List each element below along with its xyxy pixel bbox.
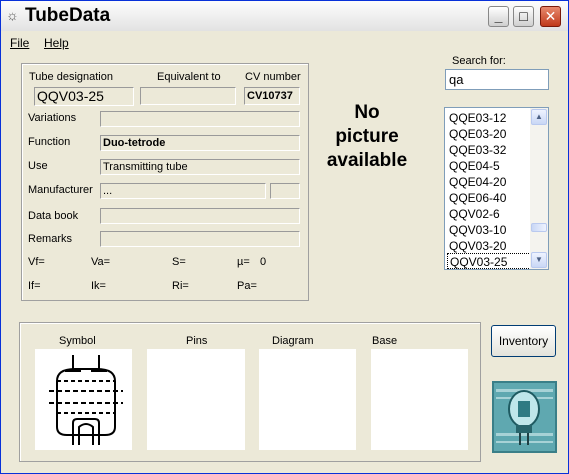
use-label: Use (28, 160, 48, 172)
variations-label: Variations (28, 112, 77, 124)
app-window: ☼ TubeData _ □ ✕ File Help Tube designat… (0, 0, 569, 474)
diagram-label: Diagram (272, 335, 314, 347)
inventory-button[interactable]: Inventory (491, 325, 556, 357)
remarks-field[interactable] (100, 231, 300, 247)
search-label: Search for: (452, 55, 506, 67)
list-item-selected[interactable]: QQV03-25 (447, 253, 531, 269)
bulb-icon: ☼ (6, 7, 19, 23)
equivalent-label: Equivalent to (157, 71, 221, 83)
list-item[interactable]: QQE04-5 (447, 158, 531, 174)
remarks-label: Remarks (28, 233, 73, 245)
results-scrollbar[interactable]: ▲ ▼ (530, 108, 548, 269)
databook-label: Data book (28, 210, 79, 222)
symbol-label: Symbol (59, 335, 96, 347)
close-icon: ✕ (544, 8, 557, 24)
close-button[interactable]: ✕ (540, 6, 561, 27)
scroll-thumb[interactable] (531, 223, 547, 232)
manufacturer-label: Manufacturer (28, 184, 93, 196)
list-item[interactable]: QQE06-40 (447, 190, 531, 206)
pins-label: Pins (186, 335, 208, 347)
use-field[interactable]: Transmitting tube (100, 159, 300, 175)
list-item[interactable]: QQV02-6 (447, 206, 531, 222)
base-image (371, 349, 468, 450)
no-picture-line2: picture (335, 126, 399, 147)
window-title: TubeData (25, 5, 111, 26)
app-logo (492, 381, 557, 453)
s-label: S= (172, 256, 186, 268)
ri-label: Ri= (172, 280, 189, 292)
manufacturer-field[interactable]: ... (100, 183, 266, 199)
scroll-up-button[interactable]: ▲ (531, 109, 547, 125)
list-item[interactable]: QQE04-20 (447, 174, 531, 190)
list-item[interactable]: QQE03-20 (447, 126, 531, 142)
menu-file-label: File (10, 36, 30, 50)
no-picture-line3: available (326, 150, 408, 171)
variations-field[interactable] (100, 111, 300, 127)
pins-image (147, 349, 245, 450)
cv-number-field[interactable]: CV10737 (244, 87, 300, 105)
manufacturer-extra-field[interactable] (270, 183, 300, 199)
mu-value: 0 (260, 256, 267, 268)
function-label: Function (28, 136, 71, 148)
tube-designation-field[interactable]: QQV03-25 (34, 87, 134, 106)
symbol-image (35, 349, 132, 450)
menu-file[interactable]: File (10, 36, 29, 50)
chevron-up-icon: ▲ (535, 112, 543, 121)
list-item[interactable]: QQV03-20 (447, 238, 531, 254)
if-label: If= (28, 280, 41, 292)
pa-label: Pa= (237, 280, 257, 292)
minimize-icon: _ (494, 8, 503, 24)
scroll-down-button[interactable]: ▼ (531, 252, 547, 268)
chevron-down-icon: ▼ (535, 255, 543, 264)
function-field[interactable]: Duo-tetrode (100, 135, 300, 151)
menu-help-label: Help (44, 36, 69, 50)
ik-label: Ik= (91, 280, 106, 292)
base-label: Base (372, 335, 398, 347)
vf-label: Vf= (28, 256, 45, 268)
results-listbox[interactable]: QQE03-12 QQE03-20 QQE03-32 QQE04-5 QQE04… (444, 107, 549, 270)
cv-number-label: CV number (245, 71, 301, 83)
menu-bar: File Help (1, 33, 568, 53)
maximize-icon: □ (519, 8, 528, 24)
minimize-button[interactable]: _ (488, 6, 509, 27)
title-bar[interactable]: ☼ TubeData _ □ ✕ (1, 1, 568, 31)
tube-logo-icon (492, 381, 557, 453)
no-picture-message: No picture available (311, 101, 423, 173)
equivalent-field[interactable] (140, 87, 236, 105)
list-item[interactable]: QQE03-32 (447, 142, 531, 158)
menu-help[interactable]: Help (44, 36, 69, 50)
list-item[interactable]: QQE03-12 (447, 110, 531, 126)
tube-designation-label: Tube designation (29, 71, 113, 83)
diagram-image (259, 349, 356, 450)
no-picture-line1: No (354, 102, 380, 123)
mu-label: µ= (237, 256, 250, 268)
maximize-button[interactable]: □ (513, 6, 534, 27)
tube-symbol-icon (49, 355, 123, 445)
databook-field[interactable] (100, 208, 300, 224)
list-item[interactable]: QQV03-10 (447, 222, 531, 238)
search-input[interactable]: qa (445, 69, 549, 90)
va-label: Va= (91, 256, 111, 268)
